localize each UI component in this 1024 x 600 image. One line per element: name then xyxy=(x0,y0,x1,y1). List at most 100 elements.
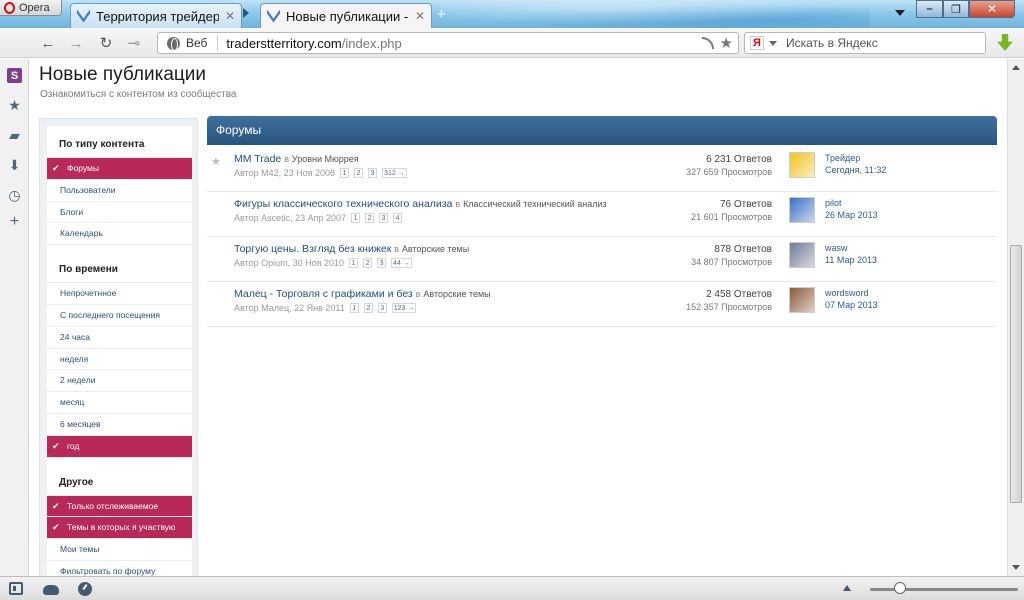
new-tab-button[interactable]: + xyxy=(437,6,446,23)
key-icon[interactable]: ⊸ xyxy=(126,35,142,52)
filter-item[interactable]: 2 недели xyxy=(47,370,192,393)
site-favicon-icon xyxy=(77,9,90,23)
topic-page-link[interactable]: 3 xyxy=(377,258,387,268)
topic-page-link[interactable]: 3 xyxy=(379,213,389,223)
tab-traders-territory[interactable]: Территория трейдеро... ✕ xyxy=(70,3,242,28)
download-arrow-icon[interactable] xyxy=(997,34,1013,51)
zoom-slider[interactable] xyxy=(870,588,1018,591)
panel-toggle-icon[interactable] xyxy=(9,582,23,595)
address-url[interactable]: traderstterritory.com/index.php xyxy=(226,36,701,51)
topic-page-link[interactable]: 44 → xyxy=(391,258,412,268)
filter-item[interactable]: неделя xyxy=(47,349,192,371)
scroll-down-icon[interactable] xyxy=(1012,565,1020,570)
filter-item[interactable]: 6 месяцев xyxy=(47,414,192,436)
reload-icon[interactable]: ↻ xyxy=(98,35,114,52)
filter-item[interactable]: Блоги xyxy=(47,202,192,224)
search-field[interactable]: Я Искать в Яндекс xyxy=(744,32,986,54)
topic-title-link[interactable]: Фигуры классического технического анализ… xyxy=(234,198,452,210)
topic-page-link[interactable]: 4 xyxy=(393,213,403,223)
star-icon[interactable]: ★ xyxy=(7,97,22,113)
topic-page-link[interactable]: 123 → xyxy=(391,303,417,313)
topic-page-link[interactable]: 1 xyxy=(349,258,359,268)
avatar[interactable] xyxy=(789,287,815,313)
topic-page-link[interactable]: 2 xyxy=(365,213,375,223)
topic-page-link[interactable]: 2 xyxy=(363,303,373,313)
topic-meta: Автор Малец, 22 Янв 2011 1 2 3 123 → xyxy=(234,303,417,313)
tab-title: Территория трейдеро... xyxy=(96,8,219,24)
history-icon[interactable]: ◷ xyxy=(7,187,22,203)
close-tab-icon[interactable]: ✕ xyxy=(415,9,425,23)
opera-link-cloud-icon[interactable] xyxy=(43,585,59,595)
rss-feed-icon[interactable] xyxy=(701,37,714,49)
filter-item[interactable]: Пользователи xyxy=(47,180,192,202)
avatar[interactable] xyxy=(789,152,815,178)
filter-item[interactable]: Форумы xyxy=(47,158,192,180)
address-field[interactable]: Веб traderstterritory.com/index.php ★ xyxy=(157,32,739,54)
filter-item[interactable]: Только отслеживаемое xyxy=(47,495,192,518)
close-window-button[interactable]: ✕ xyxy=(969,0,1015,18)
last-post-date-link[interactable]: 07 Мар 2013 xyxy=(825,300,878,310)
filter-item[interactable]: Мои темы xyxy=(47,539,192,561)
topic-category-link[interactable]: Уровни Мюррея xyxy=(292,154,359,164)
last-poster-link[interactable]: wasw xyxy=(825,243,848,253)
view-options-chevron-up-icon[interactable] xyxy=(843,585,851,591)
filter-item[interactable]: Календарь xyxy=(47,223,192,246)
filter-item[interactable]: Темы в которых я участвую xyxy=(47,517,192,540)
maximize-window-button[interactable]: ❐ xyxy=(943,0,969,18)
last-post-date-link[interactable]: Сегодня, 11:32 xyxy=(825,165,886,175)
scrollbar-thumb[interactable] xyxy=(1010,245,1022,503)
globe-icon xyxy=(167,36,180,51)
topic-title-link[interactable]: Торгую цены. Взгляд без книжек xyxy=(234,243,391,255)
last-poster-link[interactable]: wordsword xyxy=(825,288,869,298)
filter-item[interactable]: год xyxy=(47,435,192,458)
bookmark-star-icon[interactable]: ★ xyxy=(720,34,733,52)
close-tab-icon[interactable]: ✕ xyxy=(225,9,235,23)
last-poster-link[interactable]: pilot xyxy=(825,198,842,208)
topic-meta: Автор M42, 23 Ноя 2008 1 2 3 312 → xyxy=(234,168,407,178)
search-engine-chevron-down-icon[interactable] xyxy=(769,40,777,46)
topic-title-link[interactable]: MM Trade xyxy=(234,153,281,165)
topic-page-link[interactable]: 312 → xyxy=(382,168,407,178)
topic-category-link[interactable]: Классический технический анализ xyxy=(463,199,607,209)
filter-item[interactable]: С последнего посещения xyxy=(47,305,192,327)
avatar[interactable] xyxy=(789,242,815,268)
page-scrollbar[interactable] xyxy=(1007,59,1024,576)
plus-icon[interactable]: + xyxy=(7,213,22,230)
zoom-slider-thumb[interactable] xyxy=(893,582,906,594)
tab-scroll-arrow-icon[interactable] xyxy=(243,8,249,18)
last-post-date-link[interactable]: 26 Мар 2013 xyxy=(825,210,878,220)
favorite-star-icon[interactable]: ★ xyxy=(211,155,221,168)
topic-page-link[interactable]: 1 xyxy=(351,213,361,223)
downloads-icon[interactable]: ⬇ xyxy=(7,157,22,173)
topic-title-link[interactable]: Малец - Торговля с графиками и без xyxy=(234,288,413,300)
notes-icon[interactable]: ▰ xyxy=(7,127,22,143)
forward-arrow-icon[interactable]: → xyxy=(68,35,84,52)
last-poster-link[interactable]: Трейдер xyxy=(825,153,860,163)
yandex-logo-icon[interactable]: Я xyxy=(750,36,764,50)
filter-item[interactable]: Фильтровать по форуму xyxy=(47,561,192,576)
topic-page-link[interactable]: 2 xyxy=(363,258,373,268)
turbo-gauge-icon[interactable] xyxy=(78,582,92,596)
topic-page-link[interactable]: 3 xyxy=(377,303,387,313)
back-arrow-icon[interactable]: ← xyxy=(40,35,56,52)
opera-menu-button[interactable]: Opera xyxy=(0,0,62,16)
filter-section-heading: По времени xyxy=(47,257,192,284)
filter-item[interactable]: месяц xyxy=(47,392,192,414)
tab-menu-chevron-down-icon[interactable] xyxy=(895,10,905,16)
minimize-window-button[interactable]: – xyxy=(916,0,943,18)
scroll-up-icon[interactable] xyxy=(1012,65,1020,70)
topic-page-link[interactable]: 2 xyxy=(354,168,364,178)
avatar[interactable] xyxy=(789,197,815,223)
topic-page-link[interactable]: 1 xyxy=(349,303,359,313)
filter-item[interactable]: Непрочетнное xyxy=(47,283,192,305)
web-page: Новые публикации Ознакомиться с контенто… xyxy=(30,59,1007,576)
tab-new-publications[interactable]: Новые публикации - ... ✕ xyxy=(260,3,432,28)
topic-row: Малец - Торговля с графиками и без в Авт… xyxy=(207,282,997,327)
topic-category-link[interactable]: Авторские темы xyxy=(423,289,490,299)
last-post-date-link[interactable]: 11 Мар 2013 xyxy=(825,255,877,265)
topic-page-link[interactable]: 1 xyxy=(340,168,350,178)
topic-category-link[interactable]: Авторские темы xyxy=(402,244,469,254)
topic-page-link[interactable]: 3 xyxy=(368,168,378,178)
filter-item[interactable]: 24 часа xyxy=(47,327,192,349)
speed-dial-icon[interactable]: S xyxy=(7,68,22,83)
